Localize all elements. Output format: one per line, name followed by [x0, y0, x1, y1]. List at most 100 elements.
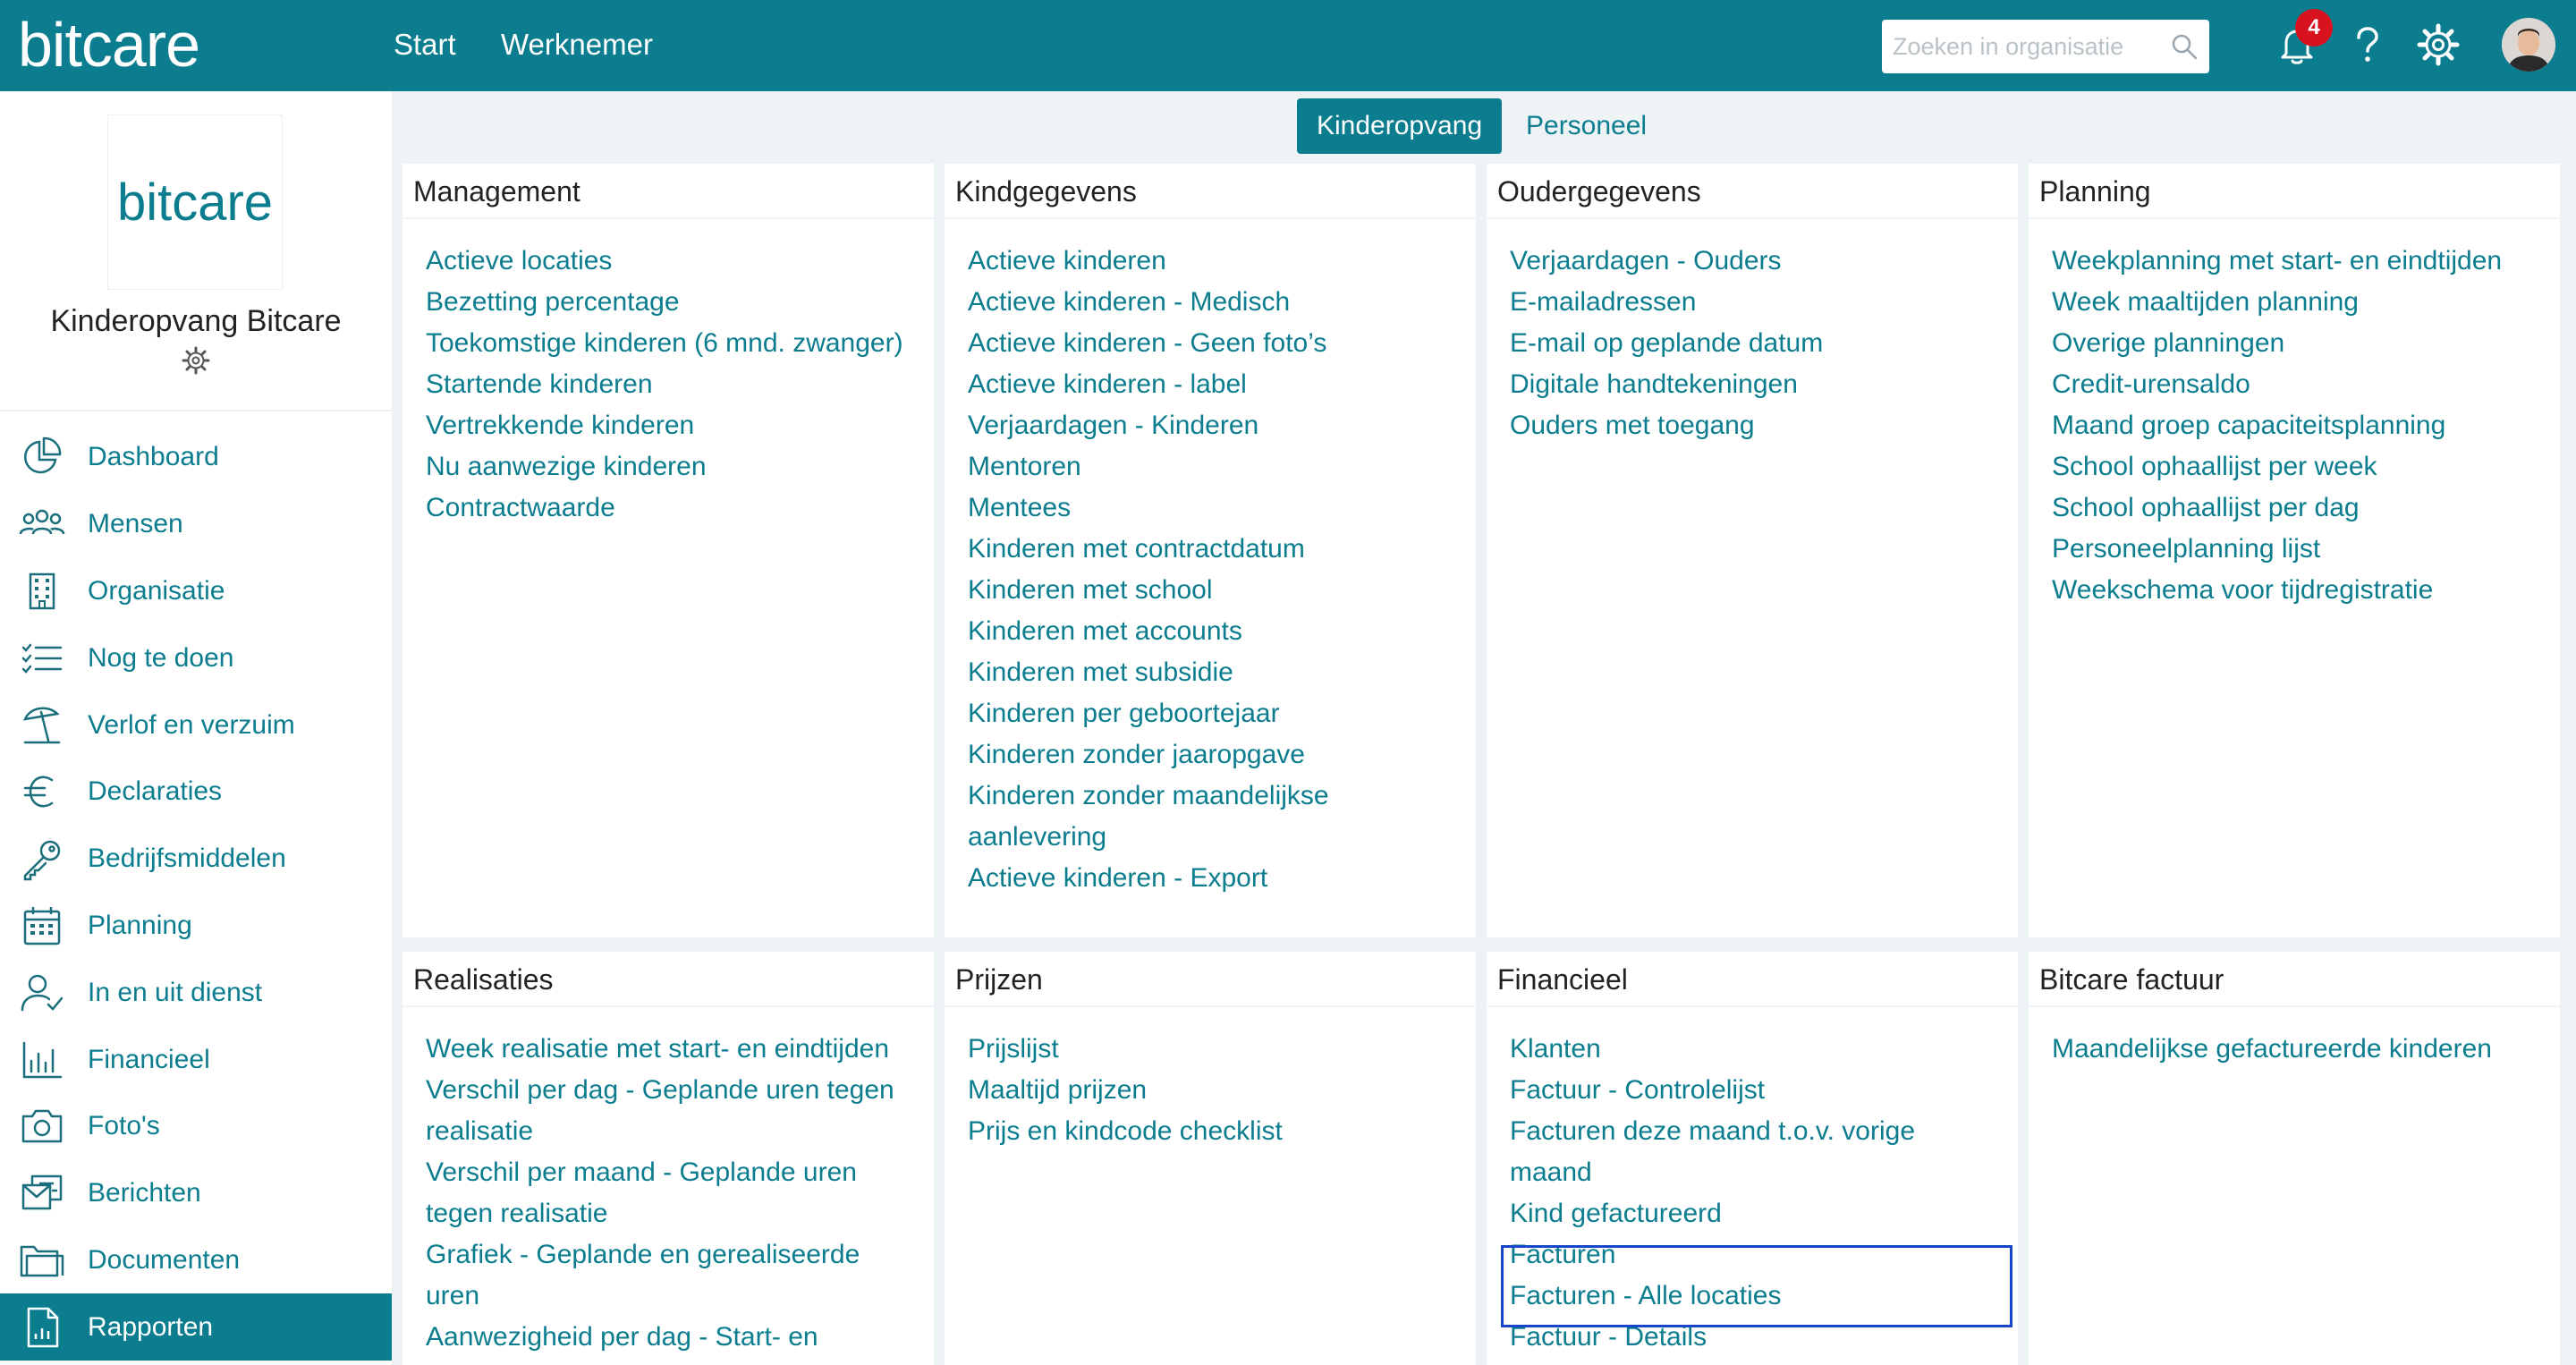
report-link[interactable]: Facturen - Alle locaties: [1510, 1276, 2018, 1317]
report-icon: [27, 1307, 59, 1347]
report-link[interactable]: Grafiek - Geplande en gerealiseerde uren: [426, 1234, 934, 1317]
report-link[interactable]: Facturen: [1510, 1234, 2018, 1276]
card-title: Realisaties: [402, 952, 934, 1007]
nav-start[interactable]: Start: [394, 25, 456, 64]
report-link[interactable]: Verschil per maand - Geplande uren tegen…: [426, 1152, 934, 1234]
report-card-kindgegevens: Kindgegevens Actieve kinderen Actieve kind…: [945, 164, 1476, 937]
report-link[interactable]: E-mail op geplande datum: [1510, 323, 2018, 364]
report-link[interactable]: Weekschema voor tijdregistratie: [2052, 570, 2560, 611]
user-avatar[interactable]: [2502, 18, 2555, 72]
report-link[interactable]: Kind gefactureerd: [1510, 1193, 2018, 1234]
sidebar-item-nog-te-doen[interactable]: Nog te doen: [0, 624, 392, 691]
sidebar-item-declaraties[interactable]: Declaraties: [0, 759, 392, 826]
bitcare-logo[interactable]: bitcare: [18, 9, 200, 81]
sidebar-item-financieel[interactable]: Financieel: [0, 1026, 392, 1093]
sidebar-item-label: Dashboard: [88, 442, 219, 472]
report-link[interactable]: Overige planningen: [2052, 323, 2560, 364]
report-link[interactable]: Maaltijd prijzen: [968, 1070, 1476, 1111]
search-input[interactable]: [1882, 20, 2159, 73]
report-link[interactable]: Credit-urensaldo: [2052, 364, 2560, 405]
report-link[interactable]: Verjaardagen - Ouders: [1510, 241, 2018, 282]
report-link[interactable]: Kinderen met subsidie: [968, 652, 1476, 693]
gear-icon[interactable]: [2415, 21, 2462, 68]
avatar-photo-icon: [2502, 18, 2555, 72]
sidebar-item-bedrijfsmiddelen[interactable]: Bedrijfsmiddelen: [0, 826, 392, 893]
report-link[interactable]: Kinderen per geboortejaar: [968, 693, 1476, 734]
report-link[interactable]: Kinderen met contractdatum: [968, 529, 1476, 570]
report-link[interactable]: Actieve kinderen - Geen foto’s: [968, 323, 1476, 364]
report-link[interactable]: Weekplanning met start- en eindtijden: [2052, 241, 2560, 282]
report-link[interactable]: Prijs en kindcode checklist: [968, 1111, 1476, 1152]
search-icon[interactable]: [2170, 32, 2199, 61]
calendar-icon: [23, 906, 61, 945]
report-link[interactable]: Actieve kinderen - Export: [968, 858, 1476, 899]
report-link[interactable]: Verschil per dag - Geplande uren tegen r…: [426, 1070, 934, 1152]
report-link[interactable]: Kinderen met school: [968, 570, 1476, 611]
report-link[interactable]: Nu aanwezige kinderen: [426, 446, 934, 488]
sidebar-item-label: Mensen: [88, 509, 183, 539]
report-link[interactable]: Contractwaarde: [426, 488, 934, 529]
card-title: Financieel: [1487, 952, 2018, 1007]
sidebar-item-label: Planning: [88, 910, 192, 940]
card-title: Management: [402, 164, 934, 219]
checklist-icon: [21, 643, 63, 674]
card-title: Prijzen: [945, 952, 1476, 1007]
report-card-realisaties: Realisaties Week realisatie met start- en…: [402, 952, 934, 1365]
report-link[interactable]: Actieve kinderen: [968, 241, 1476, 282]
report-link[interactable]: Personeelplanning lijst: [2052, 529, 2560, 570]
tab-personeel[interactable]: Personeel: [1506, 98, 1666, 154]
report-card-prijzen: Prijzen Prijslijst Maaltijd prijzen Prijs e…: [945, 952, 1476, 1365]
report-link[interactable]: Bezetting percentage: [426, 282, 934, 323]
sidebar-item-fotos[interactable]: Foto's: [0, 1093, 392, 1160]
report-link[interactable]: Facturen deze maand t.o.v. vorige maand: [1510, 1111, 2018, 1193]
report-link[interactable]: Week maaltijden planning: [2052, 282, 2560, 323]
report-link[interactable]: Week realisatie met start- en eindtijden: [426, 1029, 934, 1070]
report-link[interactable]: Kinderen met accounts: [968, 611, 1476, 652]
report-link[interactable]: Ouders met toegang: [1510, 405, 2018, 446]
report-link[interactable]: Actieve kinderen - label: [968, 364, 1476, 405]
report-link[interactable]: Vertrekkende kinderen: [426, 405, 934, 446]
sidebar-item-mensen[interactable]: Mensen: [0, 491, 392, 558]
report-link[interactable]: Factuur - Details: [1510, 1317, 2018, 1358]
report-link[interactable]: Startende kinderen: [426, 364, 934, 405]
report-link[interactable]: Toekomstige kinderen (6 mnd. zwanger): [426, 323, 934, 364]
report-link[interactable]: Kinderen zonder maandelijkse aanlevering: [968, 776, 1476, 858]
report-link[interactable]: Prijslijst: [968, 1029, 1476, 1070]
report-link[interactable]: Factuur - Controlelijst: [1510, 1070, 2018, 1111]
report-card-planning: Planning Weekplanning met start- en eindt…: [2029, 164, 2560, 937]
sidebar-item-label: Nog te doen: [88, 642, 234, 673]
top-bar: bitcare Start Werknemer 4: [0, 0, 2576, 91]
sidebar-item-berichten[interactable]: Berichten: [0, 1160, 392, 1227]
beach-umbrella-icon: [22, 707, 61, 743]
report-link[interactable]: Verjaardagen - Kinderen: [968, 405, 1476, 446]
report-link-list: Prijslijst Maaltijd prijzen Prijs en kindc…: [945, 1007, 1476, 1152]
report-link[interactable]: Digitale handtekeningen: [1510, 364, 2018, 405]
report-link-list: Week realisatie met start- en eindtijden…: [402, 1007, 934, 1358]
help-icon[interactable]: [2343, 21, 2390, 68]
nav-werknemer[interactable]: Werknemer: [501, 25, 653, 64]
report-link[interactable]: Actieve locaties: [426, 241, 934, 282]
sidebar-item-dashboard[interactable]: Dashboard: [0, 424, 392, 491]
report-link[interactable]: Mentees: [968, 488, 1476, 529]
report-link[interactable]: School ophaallijst per week: [2052, 446, 2560, 488]
report-link[interactable]: Actieve kinderen - Medisch: [968, 282, 1476, 323]
report-link[interactable]: Klanten: [1510, 1029, 2018, 1070]
report-link[interactable]: Aanwezigheid per dag - Start- en: [426, 1317, 934, 1358]
report-link[interactable]: Kinderen zonder jaaropgave: [968, 734, 1476, 776]
sidebar-item-rapporten[interactable]: Rapporten: [0, 1293, 392, 1361]
tab-kinderopvang[interactable]: Kinderopvang: [1297, 98, 1503, 154]
sidebar-item-documenten[interactable]: Documenten: [0, 1227, 392, 1294]
report-link[interactable]: E-mailadressen: [1510, 282, 2018, 323]
card-title: Planning: [2029, 164, 2560, 219]
sidebar-item-organisatie[interactable]: Organisatie: [0, 558, 392, 625]
organization-settings-gear-icon[interactable]: [181, 345, 211, 376]
sidebar-item-verlof-en-verzuim[interactable]: Verlof en verzuim: [0, 691, 392, 759]
report-link[interactable]: Mentoren: [968, 446, 1476, 488]
sidebar-item-label: In en uit dienst: [88, 977, 263, 1007]
sidebar-item-planning[interactable]: Planning: [0, 893, 392, 960]
report-link[interactable]: Maandelijkse gefactureerde kinderen: [2052, 1029, 2560, 1070]
sidebar-item-in-en-uit-dienst[interactable]: In en uit dienst: [0, 959, 392, 1026]
key-icon: [23, 840, 61, 881]
report-link[interactable]: School ophaallijst per dag: [2052, 488, 2560, 529]
report-link[interactable]: Maand groep capaciteitsplanning: [2052, 405, 2560, 446]
